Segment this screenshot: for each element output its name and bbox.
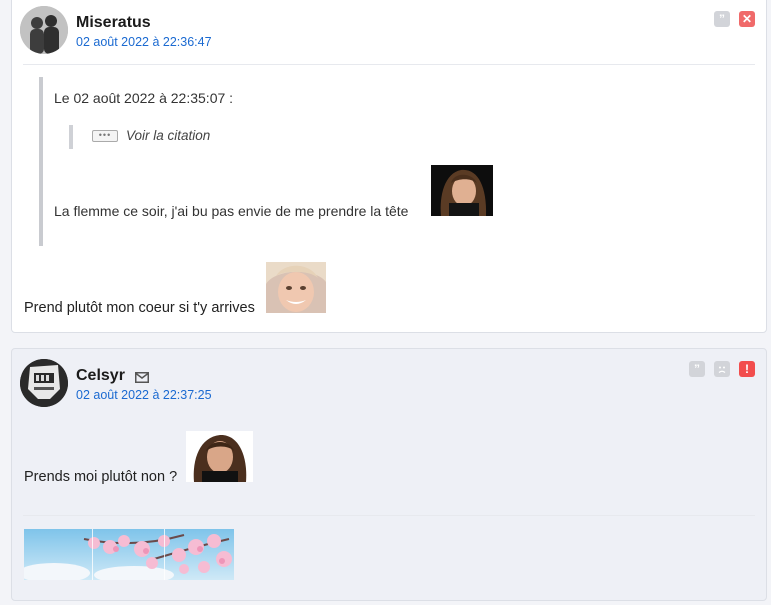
divider [23,64,755,65]
quote-header: Le 02 août 2022 à 22:35:07 : [54,90,234,106]
mail-icon[interactable] [135,370,149,388]
username[interactable]: Miseratus [76,14,151,32]
quote-bar [39,77,43,246]
view-quote-link[interactable]: Voir la citation [126,128,210,143]
quote-icon[interactable]: ” [714,11,730,27]
avatar[interactable] [20,359,68,407]
signature-banner-image [24,529,234,580]
sticker-image [186,431,253,482]
post-date-link[interactable]: 02 août 2022 à 22:37:25 [76,388,212,402]
message-text: Prend plutôt mon coeur si t'y arrives [24,300,255,316]
sticker-image [431,165,493,216]
signature-divider [23,515,755,516]
message-post: Miseratus 02 août 2022 à 22:36:47 ” ✕ Le… [11,0,767,333]
close-icon[interactable]: ✕ [739,11,755,27]
message-text: Prends moi plutôt non ? [24,469,178,485]
sad-face-icon[interactable] [714,361,730,377]
nested-quote-bar [69,125,73,149]
message-post: Celsyr 02 août 2022 à 22:37:25 ” ! Prend… [11,348,767,601]
quote-text: La flemme ce soir, j'ai bu pas envie de … [54,203,409,219]
expand-quote-button[interactable]: ••• [92,130,118,142]
sticker-image [266,262,326,313]
quote-icon[interactable]: ” [689,361,705,377]
avatar[interactable] [20,6,68,54]
username[interactable]: Celsyr [76,367,125,385]
alert-icon[interactable]: ! [739,361,755,377]
post-date-link[interactable]: 02 août 2022 à 22:36:47 [76,35,212,49]
